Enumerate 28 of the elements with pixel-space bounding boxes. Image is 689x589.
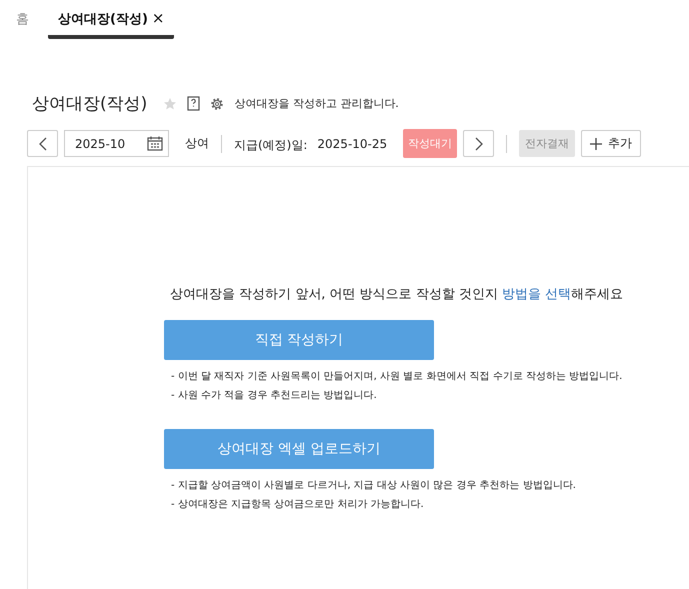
tab-label: 상여대장(작성) — [58, 11, 148, 29]
instruction-text: 상여대장을 작성하기 앞서, 어떤 방식으로 작성할 것인지 방법을 선택해주세요 — [170, 286, 624, 303]
calendar-icon[interactable] — [147, 136, 163, 151]
method-note: - 사원 수가 적을 경우 추천드리는 방법입니다. — [171, 389, 378, 403]
previous-month-button[interactable] — [27, 130, 58, 157]
page-title: 상여대장(작성) — [32, 93, 148, 115]
page-tab[interactable]: 상여대장(작성) × — [48, 8, 174, 39]
close-icon[interactable]: × — [152, 10, 164, 35]
month-field[interactable]: 2025-10 — [64, 130, 169, 157]
page-tab[interactable]: 홈 — [13, 8, 32, 34]
chevron-right-icon — [474, 136, 483, 150]
page-description: 상여대장을 작성하고 관리합니다. — [234, 96, 399, 111]
plus-icon — [590, 138, 602, 150]
pay-type-label: 상여 — [185, 135, 209, 152]
help-book-icon[interactable] — [187, 96, 200, 111]
add-button[interactable]: 추가 — [581, 130, 642, 157]
method-note: - 이번 달 재직자 기준 사원목록이 만들어지며, 사원 별로 화면에서 직접 수기로 작성하는 방법입니다. — [171, 370, 624, 384]
month-value: 2025-10 — [75, 136, 126, 150]
settings-icon[interactable] — [210, 96, 224, 110]
pay-date-value: 2025-10-25 — [317, 136, 388, 150]
status-badge: 작성대기 — [403, 129, 458, 158]
method-note: - 상여대장은 지급항목 상여금으로만 처리가 가능합니다. — [171, 498, 425, 512]
pay-date-label: 지급(예정)일: — [234, 137, 308, 154]
star-icon[interactable] — [163, 96, 178, 110]
tab-label: 홈 — [16, 11, 29, 29]
method-note: - 지급할 상여금액이 사원별로 다르거나, 지급 대상 사원이 많은 경우 추천하는 방법입니다. — [171, 479, 577, 493]
chevron-left-icon — [38, 136, 46, 150]
next-month-button[interactable] — [463, 130, 494, 157]
